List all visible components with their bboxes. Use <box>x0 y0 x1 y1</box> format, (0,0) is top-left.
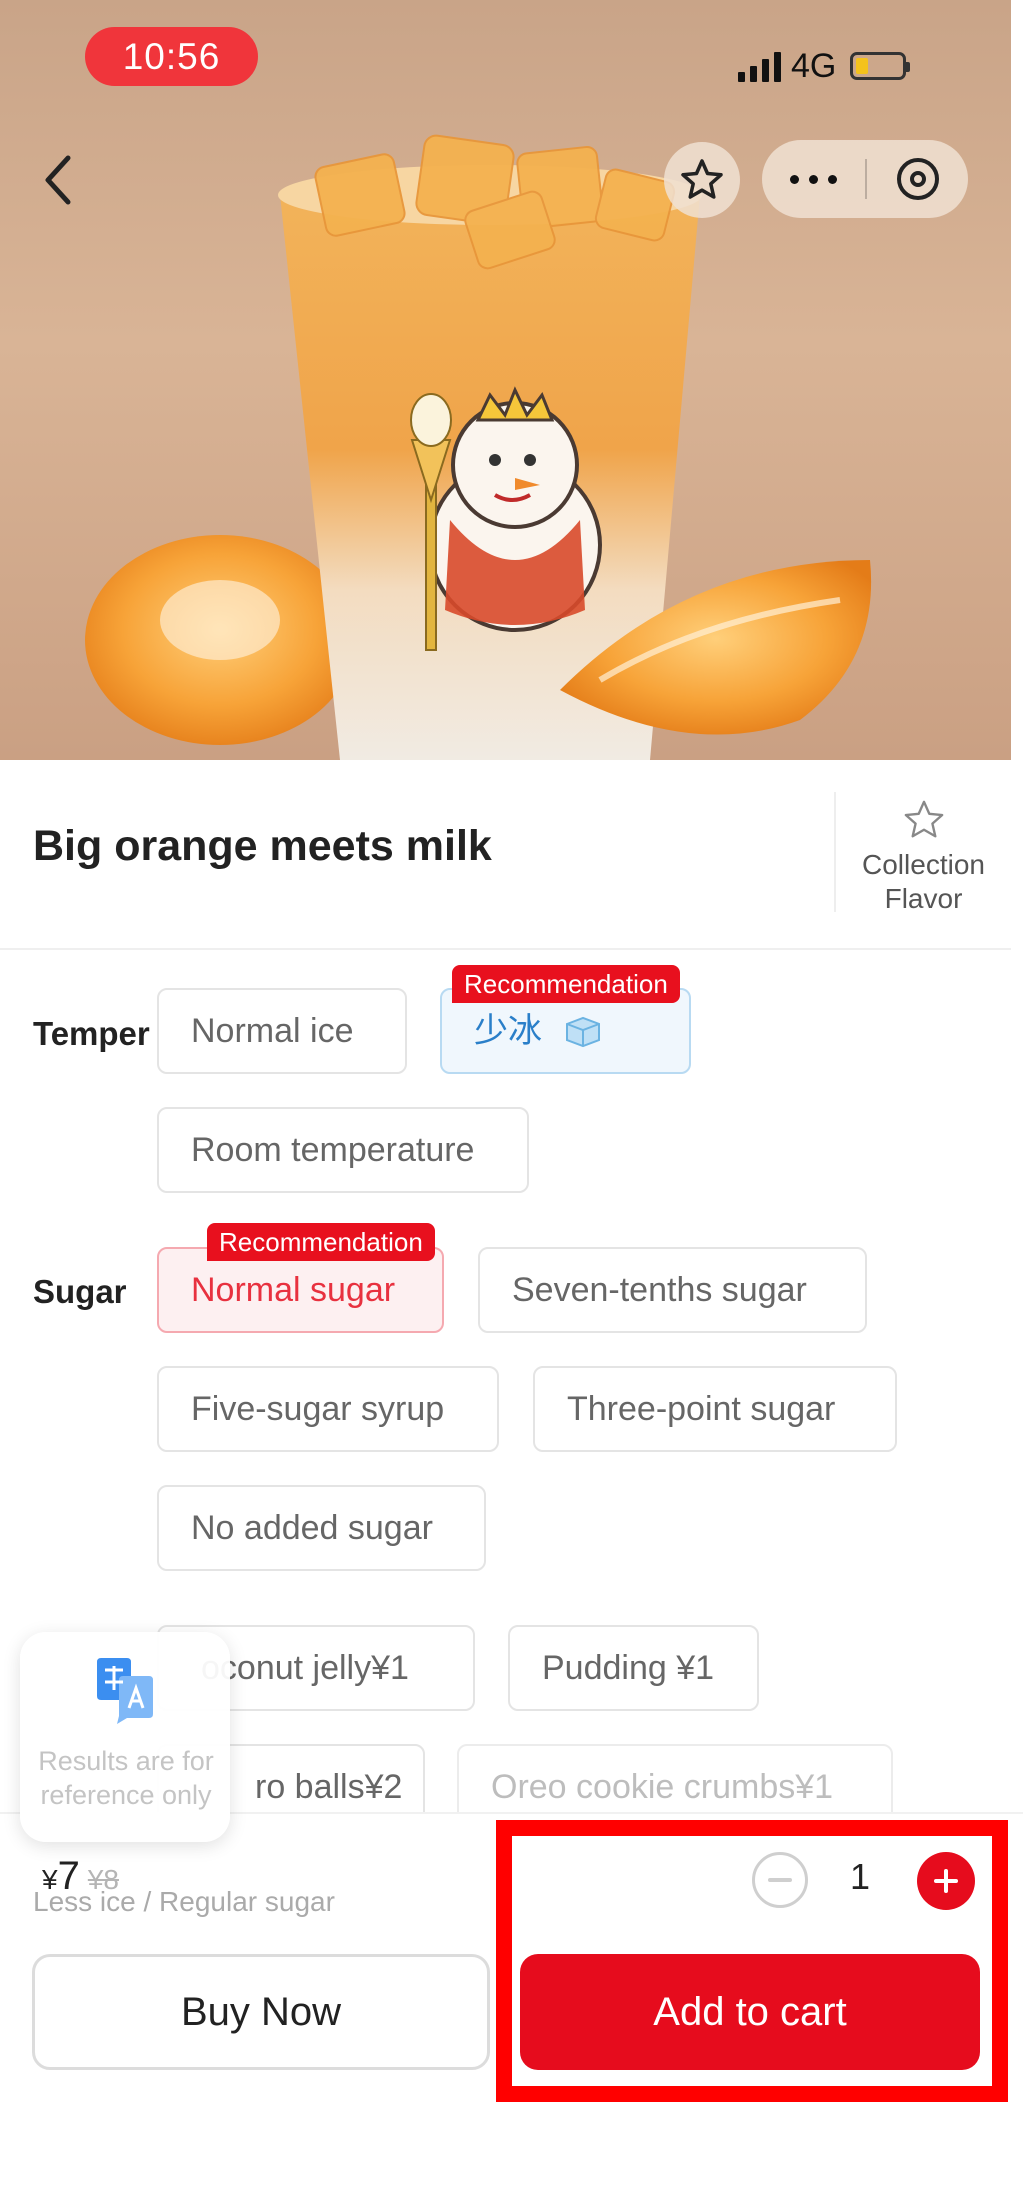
mini-program-capsule <box>762 140 968 218</box>
add-to-cart-button[interactable]: Add to cart <box>520 1954 980 2070</box>
option-seven-tenths-sugar[interactable]: Seven-tenths sugar <box>478 1247 867 1333</box>
order-bar: ¥7 ¥8 Less ice / Regular sugar 1 Buy Now … <box>0 1812 1023 2194</box>
battery-low-icon <box>850 52 911 80</box>
product-title-row: Big orange meets milk Collection Flavor <box>0 760 1011 950</box>
status-time: 10:56 <box>85 27 258 86</box>
sugar-recommendation-badge: Recommendation <box>207 1223 435 1261</box>
option-pudding[interactable]: Pudding ¥1 <box>508 1625 759 1711</box>
quantity-value: 1 <box>849 1856 871 1897</box>
close-circle-icon <box>896 158 939 200</box>
collect-label-line2: Flavor <box>884 883 963 914</box>
ice-cube-icon <box>566 1016 601 1048</box>
star-outline-icon <box>904 800 943 838</box>
network-label: 4G <box>791 46 837 85</box>
translate-float-card[interactable]: Results are for reference only <box>20 1632 230 1842</box>
product-title: Big orange meets milk <box>33 822 492 870</box>
temperature-recommendation-badge: Recommendation <box>452 965 680 1003</box>
option-no-added-sugar[interactable]: No added sugar <box>157 1485 486 1571</box>
collection-flavor-button[interactable]: Collection Flavor <box>836 798 1011 916</box>
option-five-sugar-syrup[interactable]: Five-sugar syrup <box>157 1366 499 1452</box>
star-icon <box>681 159 723 199</box>
translate-icon <box>97 1658 153 1724</box>
chevron-left-icon <box>45 155 71 205</box>
option-less-ice-label: 少冰 <box>474 1012 542 1050</box>
more-dots-icon <box>790 174 799 184</box>
back-button[interactable] <box>30 150 90 210</box>
status-indicators: 4G <box>738 44 911 88</box>
signal-bars-icon <box>738 50 781 82</box>
product-photo <box>85 134 872 760</box>
plus-circle-icon[interactable] <box>917 1852 975 1910</box>
translate-disclaimer: Results are for reference only <box>38 1746 214 1810</box>
option-room-temperature[interactable]: Room temperature <box>157 1107 529 1193</box>
option-normal-ice[interactable]: Normal ice <box>157 988 407 1074</box>
more-button[interactable] <box>762 140 865 218</box>
temperature-label: Temper <box>33 1015 150 1052</box>
sugar-label: Sugar <box>33 1273 127 1310</box>
buy-now-button[interactable]: Buy Now <box>32 1954 490 2070</box>
option-three-point-sugar[interactable]: Three-point sugar <box>533 1366 897 1452</box>
close-button[interactable] <box>867 140 968 218</box>
product-hero-image: 10:56 4G <box>0 0 1011 760</box>
spec-summary: Less ice / Regular sugar <box>33 1886 335 1917</box>
minus-circle-icon[interactable] <box>752 1852 808 1908</box>
favorite-button[interactable] <box>664 142 740 218</box>
collect-label-line1: Collection <box>862 849 985 880</box>
